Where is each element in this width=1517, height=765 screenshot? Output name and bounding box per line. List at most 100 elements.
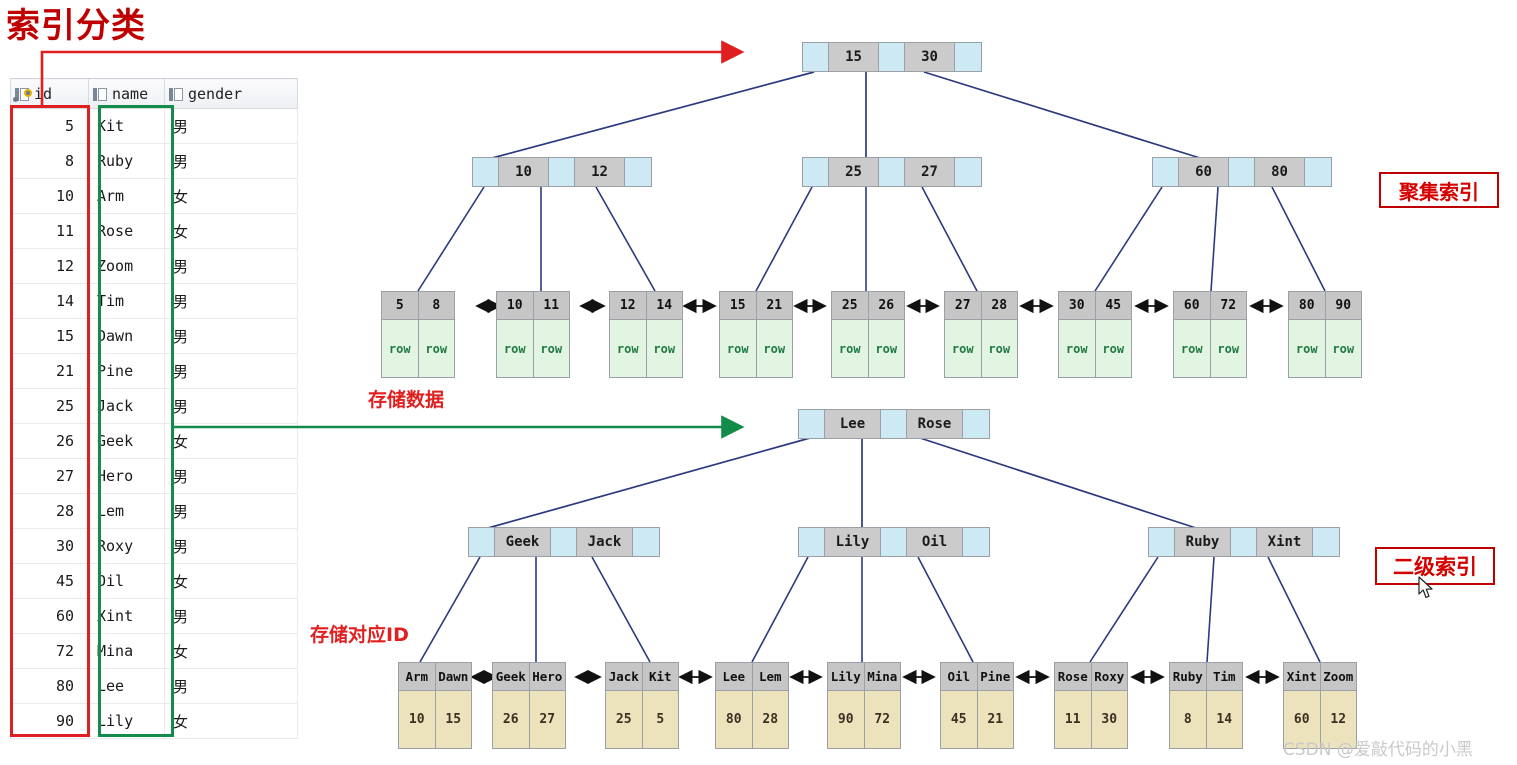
cell-gender: 男 [164,528,298,564]
index-leaf-node: 15 21 row row [719,291,793,378]
node-pointer-cell [799,528,825,556]
node-pointer-cell [955,43,981,71]
column-header-name-label: name [112,84,149,103]
clustered-index-label: 聚集索引 [1379,172,1499,208]
leaf-value-row: row row [381,320,455,378]
store-data-annotation: 存储数据 [368,389,445,411]
leaf-value-cell: row [720,320,757,377]
leaf-value-cell: row [1174,320,1211,377]
leaf-value-row: row row [831,320,905,378]
node-key-cell: 80 [1255,158,1305,186]
table-row[interactable]: 8 Ruby 男 [10,143,298,179]
leaf-key-row: 60 72 [1173,291,1247,320]
column-header-name[interactable]: name [88,78,165,109]
table-row[interactable]: 12 Zoom 男 [10,248,298,284]
index-leaf-node: Rose Roxy 11 30 [1054,662,1128,749]
table-row[interactable]: 28 Lem 男 [10,493,298,529]
table-row[interactable]: 60 Xint 男 [10,598,298,634]
index-internal-node: Ruby Xint [1148,527,1340,557]
table-row[interactable]: 45 Oil 女 [10,563,298,599]
leaf-value-cell: row [382,320,419,377]
leaf-key-cell: Mina [867,669,898,684]
node-pointer-cell [1305,158,1331,186]
cell-name: Lee [88,668,165,704]
cell-gender: 男 [164,248,298,284]
node-key-cell: 25 [829,158,879,186]
cell-id: 10 [10,178,89,214]
cell-name: Pine [88,353,165,389]
index-leaf-node: Oil Pine 45 21 [940,662,1014,749]
table-row[interactable]: 10 Arm 女 [10,178,298,214]
cell-name: Xint [88,598,165,634]
leaf-key-row: 27 28 [944,291,1018,320]
cell-id: 15 [10,318,89,354]
cell-gender: 男 [164,668,298,704]
leaf-key-cell: 80 [1289,292,1326,319]
leaf-value-row: 8 14 [1169,691,1243,749]
clustered-root-links [491,71,1201,159]
cell-name: Arm [88,178,165,214]
node-pointer-cell [963,528,989,556]
index-internal-node: Geek Jack [468,527,660,557]
leaf-value-cell: 15 [435,691,471,748]
cell-name: Oil [88,563,165,599]
node-pointer-cell [549,158,575,186]
node-pointer-cell [1229,158,1255,186]
table-row[interactable]: 90 Lily 女 [10,703,298,739]
leaf-value-cell: 14 [1206,691,1242,748]
cell-gender: 男 [164,143,298,179]
index-leaf-node: 10 11 row row [496,291,570,378]
table-row[interactable]: 14 Tim 男 [10,283,298,319]
node-pointer-cell [625,158,651,186]
secondary-root-links [487,437,1197,529]
leaf-value-cell: row [981,320,1017,377]
cell-id: 28 [10,493,89,529]
cell-name: Zoom [88,248,165,284]
leaf-value-cell: 26 [493,691,530,748]
index-leaf-node: 60 72 row row [1173,291,1247,378]
table-row[interactable]: 80 Lee 男 [10,668,298,704]
index-internal-node: 60 80 [1152,157,1332,187]
node-key-cell: 10 [499,158,549,186]
table-row[interactable]: 30 Roxy 男 [10,528,298,564]
leaf-key-row: 58 [381,291,455,320]
index-leaf-node: 5 8 row row [381,291,455,378]
cell-id: 30 [10,528,89,564]
table-row[interactable]: 27 Hero 男 [10,458,298,494]
cell-name: Jack [88,388,165,424]
leaf-key-cell: 15 [720,292,757,319]
table-row[interactable]: 5 Kit 男 [10,108,298,144]
leaf-value-cell: row [1289,320,1326,377]
table-row[interactable]: 25 Jack 男 [10,388,298,424]
index-internal-node: Lee Rose [798,409,990,439]
leaf-value-cell: row [756,320,792,377]
leaf-key-row: Lily Mina [827,662,901,691]
table-row[interactable]: 15 Dawn 男 [10,318,298,354]
leaf-key-cell: Lem [758,669,782,684]
leaf-value-row: row row [609,320,683,378]
cell-gender: 男 [164,283,298,319]
leaf-key-cell: Lee [716,663,753,690]
index-leaf-node: 12 14 row row [609,291,683,378]
column-header-gender[interactable]: gender [164,78,298,109]
primary-key-column-icon [13,87,32,102]
node-key-cell: Lily [825,528,881,556]
index-leaf-node: 30 45 row row [1058,291,1132,378]
index-internal-node: 15 30 [802,42,982,72]
column-header-id[interactable]: id [10,78,89,109]
leaf-key-cell: Geek [493,663,530,690]
leaf-value-row: row row [1288,320,1362,378]
leaf-value-cell: 25 [606,691,643,748]
cell-name: Tim [88,283,165,319]
node-pointer-cell [551,528,577,556]
table-row[interactable]: 21 Pine 男 [10,353,298,389]
table-row[interactable]: 26 Geek 女 [10,423,298,459]
leaf-key-cell: Tim [1212,669,1236,684]
table-row[interactable]: 11 Rose 女 [10,213,298,249]
table-row[interactable]: 72 Mina 女 [10,633,298,669]
leaf-key-row: Jack Kit [605,662,679,691]
cell-id: 8 [10,143,89,179]
leaf-value-cell: row [832,320,869,377]
cell-id: 60 [10,598,89,634]
leaf-value-row: 10 15 [398,691,472,749]
